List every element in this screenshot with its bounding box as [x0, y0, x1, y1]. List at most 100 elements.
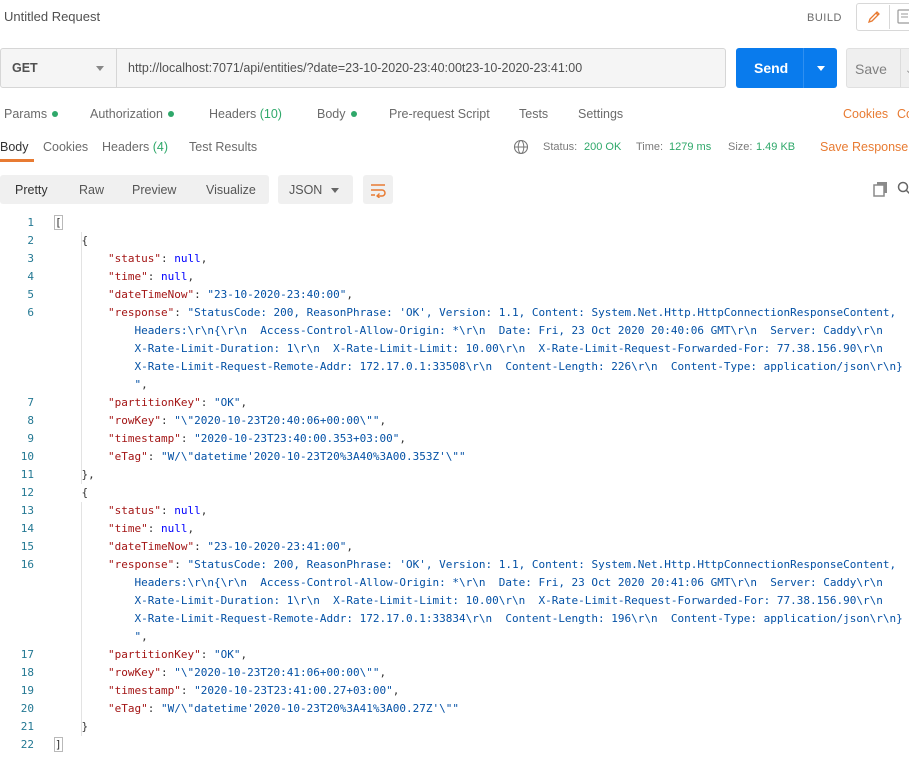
- code-token: "eTag": [107, 450, 148, 463]
- code-token: :: [160, 504, 175, 517]
- tab-body[interactable]: Body: [317, 107, 357, 121]
- code-line: X-Rate-Limit-Request-Remote-Addr: 172.17…: [55, 612, 902, 625]
- copy-icon[interactable]: [873, 181, 889, 197]
- url-bar: GET http://localhost:7071/api/entities/?…: [0, 48, 726, 88]
- code-token: ,: [187, 270, 195, 283]
- send-divider: [803, 48, 804, 88]
- pencil-icon[interactable]: [858, 5, 890, 29]
- code-line: {: [55, 486, 88, 499]
- code-token: ,: [346, 288, 354, 301]
- line-number: 1: [27, 216, 34, 229]
- view-pretty-button[interactable]: Pretty: [15, 183, 48, 197]
- code-token: "\"2020-10-23T20:41:06+00:00\"": [174, 666, 380, 679]
- save-response-button[interactable]: Save Response: [820, 140, 908, 154]
- code-token: "rowKey": [107, 414, 161, 427]
- tab-params[interactable]: Params: [4, 107, 59, 121]
- tab-settings[interactable]: Settings: [578, 107, 623, 121]
- code-token: :: [174, 558, 188, 571]
- response-body-viewer[interactable]: 1 [2 {3 "status": null, 4 "time": null, 5 "…: [0, 214, 909, 760]
- tab-body-label: Body: [317, 107, 346, 121]
- format-select-label: JSON: [289, 183, 323, 197]
- authorization-indicator-dot: [167, 111, 174, 117]
- code-token: X-Rate-Limit-Duration: 1\r\n X-Rate-Limi…: [55, 594, 883, 607]
- tab-headers[interactable]: Headers (10): [209, 107, 282, 121]
- code-token: ,: [379, 666, 387, 679]
- tab-pre-request-script[interactable]: Pre-request Script: [389, 107, 490, 121]
- code-link[interactable]: Co: [897, 107, 909, 121]
- line-number: 13: [20, 504, 34, 517]
- code-line: Headers:\r\n{\r\n Access-Control-Allow-O…: [55, 576, 882, 589]
- code-token: :: [160, 252, 175, 265]
- line-number: 8: [27, 414, 34, 427]
- globe-icon[interactable]: [513, 139, 529, 155]
- code-token: ,: [141, 630, 148, 643]
- code-token: ,: [399, 432, 407, 445]
- code-token: :: [180, 432, 195, 445]
- code-line: "timestamp": "2020-10-23T23:40:00.353+03…: [55, 432, 406, 445]
- code-token: null: [174, 504, 201, 517]
- code-line: X-Rate-Limit-Duration: 1\r\n X-Rate-Limi…: [55, 342, 882, 355]
- line-number: 14: [20, 522, 34, 535]
- save-options-chevron-icon[interactable]: ⌄: [905, 65, 909, 76]
- line-number: 11: [20, 468, 34, 481]
- format-select[interactable]: JSON: [278, 175, 353, 204]
- response-tab-body[interactable]: Body: [0, 140, 29, 154]
- send-button-label: Send: [754, 60, 789, 76]
- send-button[interactable]: Send: [736, 48, 837, 88]
- view-preview-button[interactable]: Preview: [132, 183, 176, 197]
- method-select[interactable]: GET: [1, 49, 117, 87]
- search-icon[interactable]: [897, 181, 909, 195]
- send-options-chevron-icon[interactable]: [817, 66, 825, 71]
- time-value[interactable]: 1279 ms: [669, 141, 711, 153]
- mode-toggle[interactable]: [856, 3, 909, 31]
- code-token: null: [174, 252, 201, 265]
- code-line: Headers:\r\n{\r\n Access-Control-Allow-O…: [55, 324, 883, 337]
- code-token: ,: [240, 396, 248, 409]
- size-value[interactable]: 1.49 KB: [756, 141, 795, 153]
- url-input[interactable]: http://localhost:7071/api/entities/?date…: [128, 61, 582, 75]
- view-visualize-button[interactable]: Visualize: [206, 183, 256, 197]
- status-label: Status:: [543, 141, 578, 153]
- code-token: Headers:\r\n{\r\n Access-Control-Allow-O…: [55, 324, 883, 337]
- line-number: 16: [20, 558, 34, 571]
- view-raw-button[interactable]: Raw: [79, 183, 104, 197]
- code-line: [: [54, 215, 63, 230]
- code-token: ,: [200, 252, 208, 265]
- cookies-link[interactable]: Cookies: [843, 107, 888, 121]
- request-title[interactable]: Untitled Request: [4, 9, 100, 24]
- tab-authorization[interactable]: Authorization: [90, 107, 174, 121]
- code-token: :: [160, 666, 175, 679]
- line-number: 19: [20, 684, 34, 697]
- chevron-down-icon: [331, 188, 339, 193]
- response-tab-test-results[interactable]: Test Results: [189, 140, 257, 154]
- response-tab-cookies[interactable]: Cookies: [43, 140, 88, 154]
- body-indicator-dot: [350, 111, 357, 117]
- code-line: "partitionKey": "OK",: [55, 648, 247, 661]
- tab-tests[interactable]: Tests: [519, 107, 548, 121]
- code-token: null: [160, 270, 188, 283]
- code-line: "dateTimeNow": "23-10-2020-23:41:00",: [55, 540, 353, 553]
- method-label: GET: [12, 61, 38, 75]
- wrap-lines-icon[interactable]: [363, 175, 393, 204]
- code-token: X-Rate-Limit-Request-Remote-Addr: 172.17…: [55, 360, 903, 373]
- code-token: "timestamp": [107, 684, 181, 697]
- code-line: "status": null,: [55, 252, 207, 265]
- code-token: :: [160, 414, 175, 427]
- document-icon[interactable]: [895, 7, 909, 27]
- save-button[interactable]: Save ⌄: [846, 48, 909, 88]
- code-line: {: [55, 234, 88, 247]
- response-tab-headers-label: Headers: [102, 140, 150, 154]
- code-line: ]: [54, 737, 63, 752]
- request-tabs: Params Authorization Headers (10) Body P…: [0, 104, 909, 126]
- line-number: 12: [20, 486, 34, 499]
- code-token: "partitionKey": [107, 648, 201, 661]
- active-tab-underline: [0, 159, 34, 162]
- code-token: :: [194, 540, 208, 553]
- response-tab-headers[interactable]: Headers (4): [102, 140, 168, 154]
